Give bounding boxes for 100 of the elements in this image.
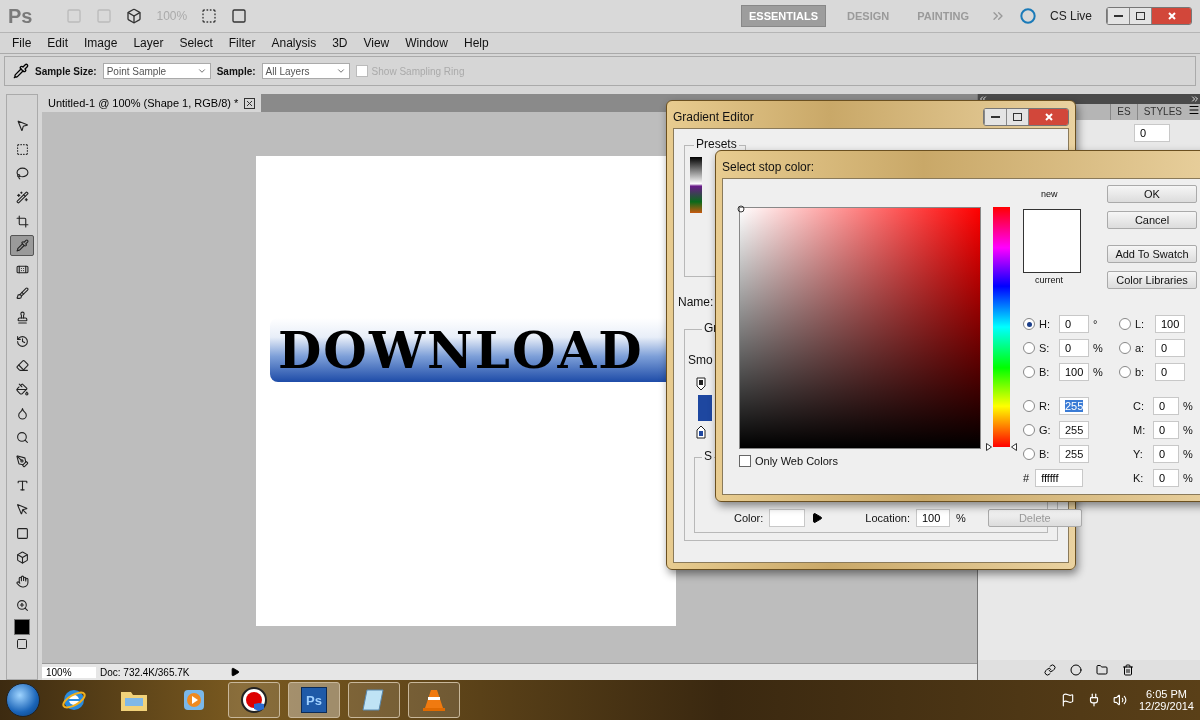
minimize-button[interactable]: [1107, 8, 1129, 24]
radio-button[interactable]: [1023, 400, 1035, 412]
menu-item[interactable]: 3D: [324, 36, 356, 50]
close-icon[interactable]: [244, 97, 256, 109]
value-field[interactable]: 0: [1155, 363, 1185, 381]
smoothness-label: Smo: [686, 353, 715, 367]
preset-swatches[interactable]: [690, 157, 702, 213]
eyedropper-tool-icon[interactable]: [10, 235, 34, 256]
taskbar-button[interactable]: Ps: [288, 682, 340, 718]
dialog-title: Select stop color:: [722, 160, 815, 174]
radio-button[interactable]: [1119, 366, 1131, 378]
sample-label: Sample:: [216, 65, 256, 77]
mask-icon[interactable]: [1070, 664, 1082, 676]
dropdown-caret-icon: [196, 66, 207, 76]
close-button[interactable]: [1028, 109, 1068, 125]
dialog-button[interactable]: Color Libraries: [1107, 271, 1197, 289]
value-field[interactable]: 0: [1059, 339, 1089, 357]
value-field[interactable]: 100: [1155, 315, 1185, 333]
taskbar-button[interactable]: [228, 682, 280, 718]
unit-label: %: [1183, 472, 1193, 484]
volume-icon[interactable]: [1112, 693, 1127, 707]
percent-label: %: [956, 512, 966, 524]
menu-item[interactable]: Layer: [125, 36, 172, 50]
quick-mask-icon[interactable]: [16, 638, 28, 650]
start-button[interactable]: [6, 683, 40, 717]
doc-info: Doc: 732.4K/365.7K: [99, 666, 191, 678]
menu-item[interactable]: Image: [76, 36, 126, 50]
color-field[interactable]: [739, 207, 981, 449]
menu-item[interactable]: File: [4, 36, 40, 50]
value-field[interactable]: 0: [1134, 124, 1170, 142]
value-field[interactable]: 255: [1059, 445, 1089, 463]
unit-label: %: [1183, 400, 1193, 412]
sample-size-dropdown[interactable]: Point Sample: [102, 63, 211, 79]
value-field[interactable]: 100: [1059, 363, 1089, 381]
dialog-button[interactable]: Add To Swatch: [1107, 245, 1197, 263]
checkbox[interactable]: [739, 455, 751, 467]
value-field[interactable]: 255: [1059, 397, 1089, 415]
minimize-button[interactable]: [984, 109, 1006, 125]
document-tab[interactable]: Untitled-1 @ 100% (Shape 1, RGB/8) *: [42, 94, 262, 112]
arrange-icon[interactable]: [201, 8, 218, 24]
radio-button[interactable]: [1023, 342, 1035, 354]
dialog-title: Gradient Editor: [673, 110, 754, 124]
unit-label: %: [1093, 342, 1103, 354]
unit-label: %: [1183, 448, 1193, 460]
screen-mode-icon[interactable]: [231, 8, 248, 24]
close-icon: [1044, 113, 1053, 121]
close-icon: [1167, 12, 1176, 20]
dialog-button[interactable]: OK: [1107, 185, 1197, 203]
value-field[interactable]: 0: [1059, 315, 1089, 333]
flag-icon[interactable]: [1060, 693, 1075, 707]
location-field[interactable]: 100: [916, 509, 950, 527]
radio-button[interactable]: [1023, 366, 1035, 378]
unit-label: %: [1093, 366, 1103, 378]
menu-item[interactable]: Analysis: [263, 36, 325, 50]
clock-time: 6:05 PM: [1146, 688, 1187, 700]
close-button[interactable]: [1151, 8, 1191, 24]
maximize-button[interactable]: [1006, 109, 1028, 125]
sample-dropdown[interactable]: All Layers: [261, 63, 350, 79]
radio-button[interactable]: [1023, 448, 1035, 460]
menu-item[interactable]: Select: [171, 36, 221, 50]
radio-button[interactable]: [1119, 342, 1131, 354]
field-label: B:: [1039, 448, 1051, 460]
folder-icon[interactable]: [1096, 664, 1108, 676]
new-label: new: [1041, 189, 1058, 199]
radio-button[interactable]: [1023, 424, 1035, 436]
value-field[interactable]: 0: [1153, 421, 1179, 439]
menu-arrow-icon[interactable]: [230, 667, 240, 677]
field-label: b:: [1135, 366, 1146, 378]
color-swatch-field[interactable]: [769, 509, 806, 527]
value-field[interactable]: 0: [1153, 445, 1179, 463]
radio-button[interactable]: [1023, 318, 1035, 330]
panel-menu-icon[interactable]: [1188, 104, 1200, 116]
field-label: G:: [1039, 424, 1052, 436]
menu-item[interactable]: View: [355, 36, 398, 50]
color-stop-icon[interactable]: [696, 425, 706, 439]
menu-item[interactable]: Filter: [220, 36, 264, 50]
eyedropper-icon[interactable]: [13, 63, 29, 79]
link-icon[interactable]: [1044, 664, 1056, 676]
arrow-icon[interactable]: [811, 512, 824, 524]
restore-button[interactable]: [1129, 8, 1151, 24]
value-field[interactable]: 0: [1153, 397, 1179, 415]
trash-icon[interactable]: [1122, 664, 1134, 676]
foreground-color-swatch[interactable]: [14, 619, 30, 635]
dialog-button[interactable]: Cancel: [1107, 211, 1197, 229]
menu-item[interactable]: Edit: [39, 36, 77, 50]
field-label: R:: [1039, 400, 1051, 412]
zoom-field[interactable]: 100%: [42, 666, 96, 678]
menu-item[interactable]: Window: [397, 36, 456, 50]
value-field[interactable]: 255: [1059, 421, 1089, 439]
value-field[interactable]: 0: [1153, 469, 1179, 487]
value-field[interactable]: 0: [1155, 339, 1185, 357]
hex-field[interactable]: ffffff: [1035, 469, 1084, 487]
unit-label: °: [1093, 318, 1099, 330]
minimize-icon: [1114, 14, 1123, 18]
extras-icon[interactable]: [126, 8, 143, 24]
expand-icon[interactable]: [1190, 94, 1200, 104]
cs-live-menu[interactable]: CS Live: [1049, 9, 1092, 23]
opacity-stop-icon[interactable]: [696, 377, 706, 391]
radio-button[interactable]: [1119, 318, 1131, 330]
menu-item[interactable]: Help: [455, 36, 497, 50]
